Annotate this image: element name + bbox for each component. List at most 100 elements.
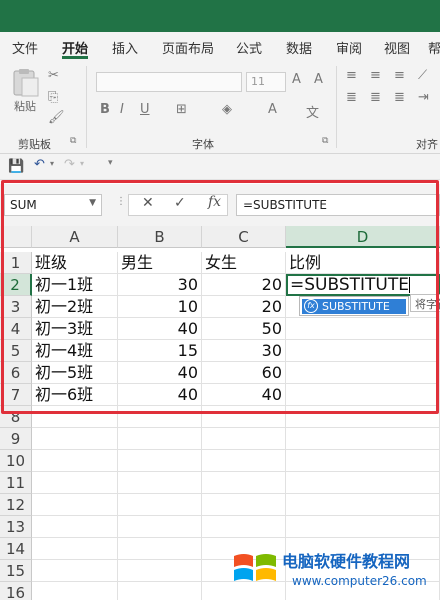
tab-page-layout[interactable]: 页面布局 (162, 38, 214, 57)
indent-icon[interactable]: ⇥ (418, 90, 429, 105)
row-header[interactable]: 11 (0, 472, 32, 494)
insert-function-button[interactable]: fx (208, 194, 221, 210)
cancel-button[interactable]: ✕ (142, 195, 154, 211)
tab-file[interactable]: 文件 (12, 38, 38, 57)
enter-button[interactable]: ✓ (174, 195, 186, 211)
empty-cell[interactable] (118, 450, 202, 472)
empty-cell[interactable] (202, 472, 286, 494)
cell-a1[interactable]: 班级 (32, 252, 118, 274)
empty-cell[interactable] (118, 516, 202, 538)
empty-cell[interactable] (118, 560, 202, 582)
data-cell[interactable]: 40 (118, 362, 202, 384)
data-cell[interactable]: 50 (202, 318, 286, 340)
bold-icon[interactable]: B (100, 102, 110, 117)
align-center-icon[interactable]: ≣ (370, 90, 381, 105)
empty-cell[interactable] (202, 494, 286, 516)
row-header[interactable]: 15 (0, 560, 32, 582)
data-cell[interactable]: 初一4班 (32, 340, 118, 362)
formula-input[interactable]: =SUBSTITUTE (236, 194, 440, 216)
empty-cell[interactable] (202, 516, 286, 538)
row-header[interactable]: 12 (0, 494, 32, 516)
empty-cell[interactable] (32, 494, 118, 516)
font-size-select[interactable]: 11 (246, 72, 286, 92)
copy-icon[interactable]: ⎘ (48, 90, 58, 105)
empty-cell[interactable] (32, 406, 118, 428)
row-header[interactable]: 13 (0, 516, 32, 538)
undo-dropdown-icon[interactable]: ▾ (50, 159, 54, 168)
row-header[interactable]: 5 (0, 340, 32, 362)
fill-color-icon[interactable]: ◈ (222, 102, 232, 117)
autocomplete-item-substitute[interactable]: fx SUBSTITUTE (302, 299, 406, 314)
empty-cell[interactable] (32, 560, 118, 582)
save-icon[interactable]: 💾 (8, 159, 24, 174)
data-cell[interactable]: 初一5班 (32, 362, 118, 384)
row-header[interactable]: 7 (0, 384, 32, 406)
column-header-d[interactable]: D (286, 226, 440, 248)
data-cell[interactable]: 初一1班 (32, 274, 118, 296)
data-cell[interactable]: 20 (202, 296, 286, 318)
empty-cell[interactable] (118, 494, 202, 516)
active-cell-d2[interactable]: =SUBSTITUTE (286, 274, 440, 296)
data-cell[interactable]: 40 (118, 318, 202, 340)
empty-cell[interactable] (32, 428, 118, 450)
cut-icon[interactable]: ✂ (48, 68, 59, 83)
row-header[interactable]: 1 (0, 252, 32, 274)
clipboard-launcher-icon[interactable]: ⧉ (70, 136, 76, 146)
data-cell[interactable]: 40 (202, 384, 286, 406)
row-header[interactable]: 3 (0, 296, 32, 318)
row-header[interactable]: 14 (0, 538, 32, 560)
empty-cell[interactable] (202, 428, 286, 450)
data-cell[interactable]: 40 (118, 384, 202, 406)
row-header[interactable]: 9 (0, 428, 32, 450)
data-cell[interactable]: 初一3班 (32, 318, 118, 340)
data-cell[interactable]: 初一2班 (32, 296, 118, 318)
row-header[interactable]: 6 (0, 362, 32, 384)
empty-cell[interactable] (32, 450, 118, 472)
data-cell[interactable]: 20 (202, 274, 286, 296)
tab-formulas[interactable]: 公式 (236, 38, 262, 57)
empty-cell[interactable] (32, 538, 118, 560)
empty-cell[interactable] (118, 582, 202, 600)
row-header[interactable]: 2 (0, 274, 32, 296)
cell-c1[interactable]: 女生 (202, 252, 286, 274)
row-header[interactable]: 4 (0, 318, 32, 340)
undo-icon[interactable]: ↶ (34, 157, 45, 172)
font-launcher-icon[interactable]: ⧉ (322, 136, 328, 146)
row-header[interactable]: 10 (0, 450, 32, 472)
cell-b1[interactable]: 男生 (118, 252, 202, 274)
empty-cell[interactable] (202, 406, 286, 428)
decrease-font-icon[interactable]: A (314, 72, 323, 87)
empty-cell[interactable] (286, 428, 440, 450)
tab-home[interactable]: 开始 (62, 38, 88, 57)
empty-cell[interactable] (118, 406, 202, 428)
tab-data[interactable]: 数据 (286, 38, 312, 57)
tab-view[interactable]: 视图 (384, 38, 410, 57)
cell-d[interactable] (286, 340, 440, 362)
empty-cell[interactable] (32, 582, 118, 600)
empty-cell[interactable] (118, 538, 202, 560)
empty-cell[interactable] (286, 516, 440, 538)
empty-cell[interactable] (32, 472, 118, 494)
data-cell[interactable]: 15 (118, 340, 202, 362)
data-cell[interactable]: 初一6班 (32, 384, 118, 406)
tab-review[interactable]: 审阅 (336, 38, 362, 57)
select-all-corner[interactable] (0, 226, 32, 248)
empty-cell[interactable] (118, 428, 202, 450)
redo-dropdown-icon[interactable]: ▾ (80, 159, 84, 168)
empty-cell[interactable] (118, 472, 202, 494)
empty-cell[interactable] (286, 450, 440, 472)
underline-icon[interactable]: U (140, 102, 150, 117)
tab-insert[interactable]: 插入 (112, 38, 138, 57)
tab-help[interactable]: 帮 (428, 38, 440, 57)
data-cell[interactable]: 30 (118, 274, 202, 296)
row-header[interactable]: 8 (0, 406, 32, 428)
cell-d[interactable] (286, 384, 440, 406)
align-right-icon[interactable]: ≣ (394, 90, 405, 105)
orientation-icon[interactable]: ⟋ (418, 68, 427, 83)
data-cell[interactable]: 30 (202, 340, 286, 362)
empty-cell[interactable] (202, 450, 286, 472)
empty-cell[interactable] (286, 494, 440, 516)
italic-icon[interactable]: I (120, 102, 124, 117)
cell-d[interactable] (286, 362, 440, 384)
data-cell[interactable]: 60 (202, 362, 286, 384)
